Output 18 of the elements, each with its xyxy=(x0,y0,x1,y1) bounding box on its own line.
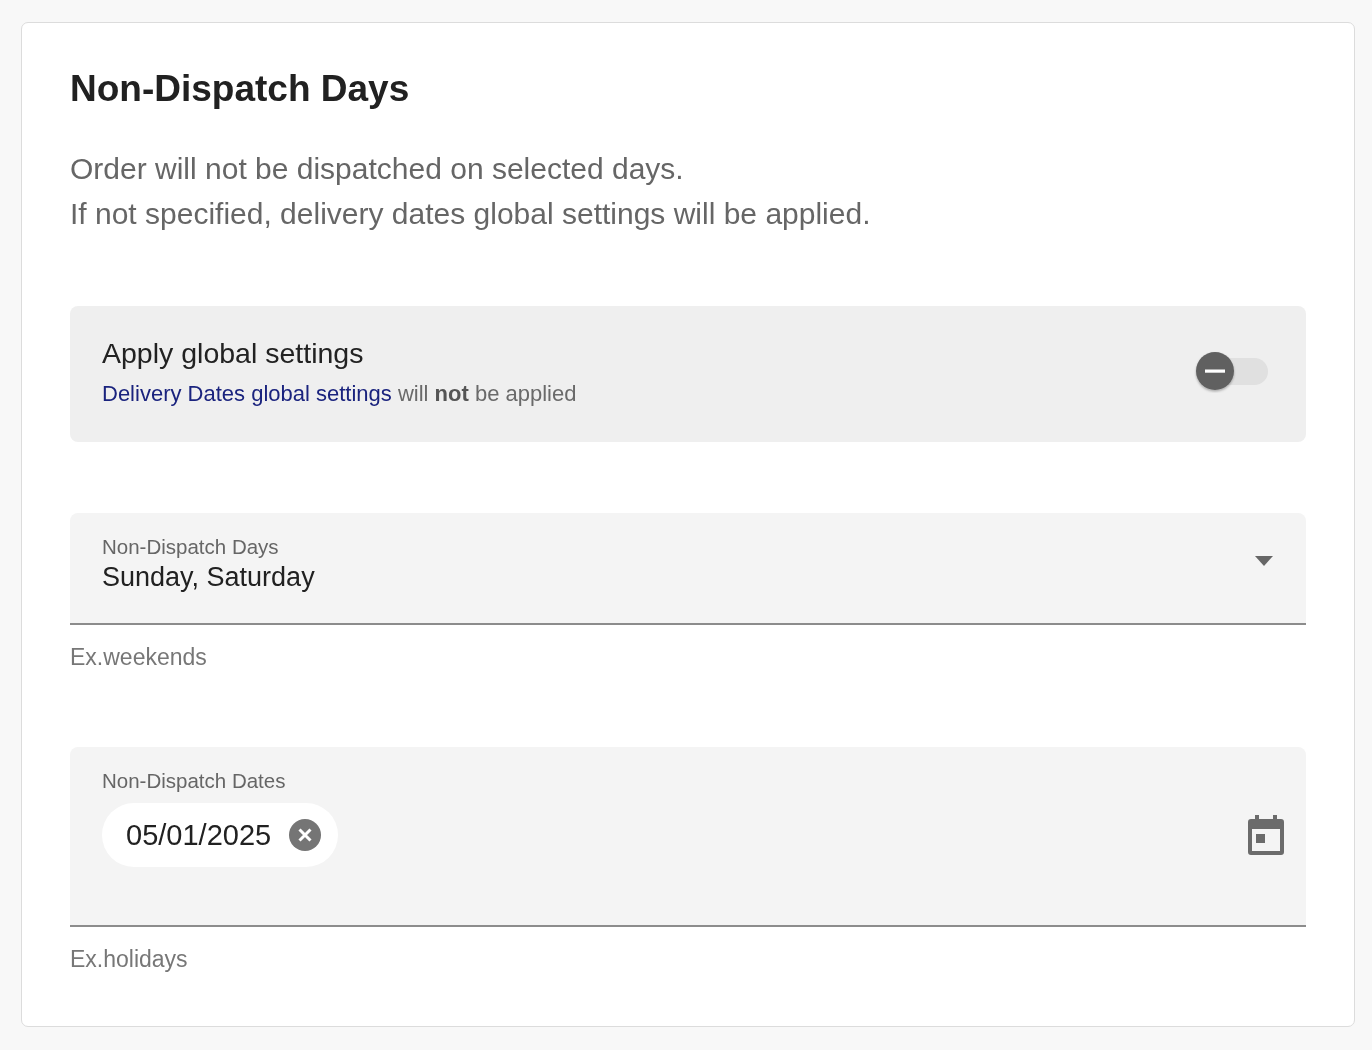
field-value: Sunday, Saturday xyxy=(102,561,315,593)
card-title: Non-Dispatch Days xyxy=(70,67,411,111)
global-settings-link[interactable]: Delivery Dates global settings xyxy=(102,381,392,406)
date-input-field[interactable]: Non-Dispatch Dates 05/01/2025 xyxy=(70,747,1306,927)
setting-title: Apply global settings xyxy=(102,336,365,370)
caret-icon xyxy=(1255,556,1273,566)
hint-text: Ex.weekends xyxy=(70,643,208,671)
date-chip[interactable]: 05/01/2025 xyxy=(102,803,339,867)
field-label: Non-Dispatch Days xyxy=(102,535,279,559)
description-text: Order will not be dispatched on selected days. xyxy=(70,151,685,187)
hint-text: Ex.holidays xyxy=(70,945,189,973)
calendar-icon[interactable] xyxy=(1248,815,1284,855)
setting-note: Delivery Dates global settings will not be applied xyxy=(102,380,577,408)
dropdown-field[interactable]: Non-Dispatch Days Sunday, Saturday xyxy=(70,513,1306,625)
description-text: If not specified, delivery dates global settings will be applied. xyxy=(70,196,872,232)
clear-icon[interactable] xyxy=(289,819,322,851)
toggle-switch[interactable] xyxy=(1194,351,1268,393)
field-label: Non-Dispatch Dates xyxy=(102,769,286,793)
